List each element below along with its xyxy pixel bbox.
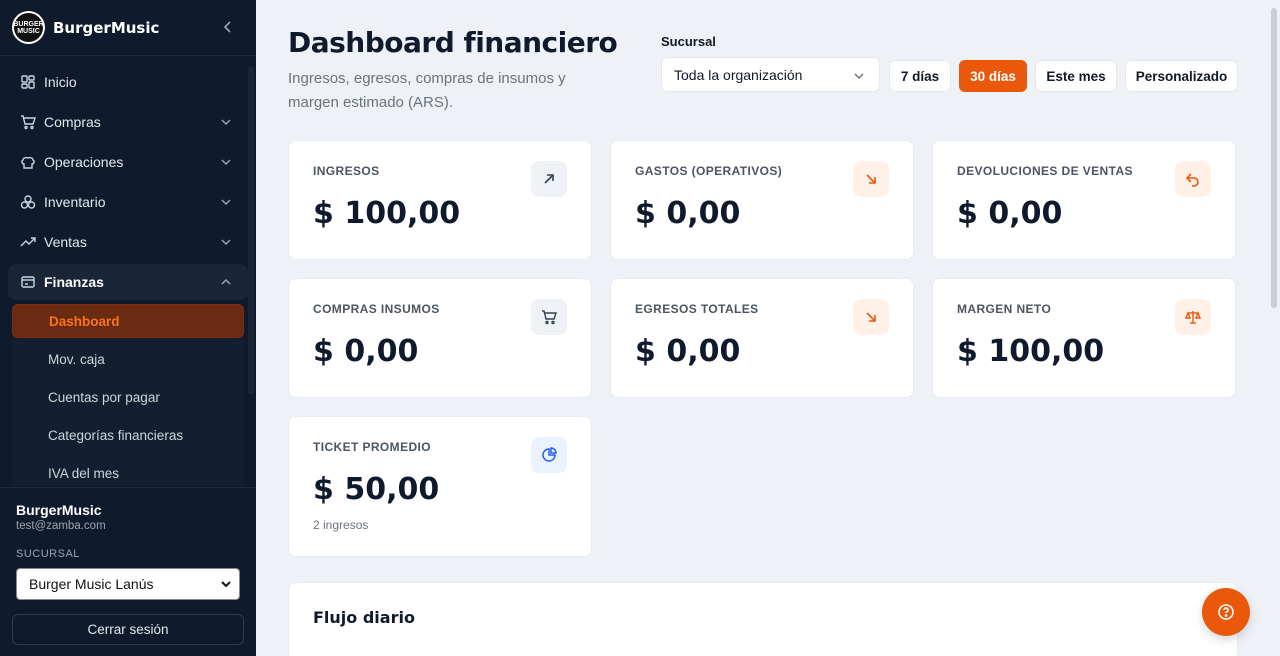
flujo-diario-card: Flujo diario [288,582,1238,656]
kpi-value: $ 0,00 [635,196,741,231]
chevron-down-icon [221,581,231,588]
collapse-sidebar-icon[interactable] [220,18,236,36]
scale-icon [1175,299,1211,335]
submenu-item-iva-del-mes[interactable]: IVA del mes [12,456,244,486]
chevron-down-icon [854,73,864,80]
grid-icon [21,75,35,89]
logout-button[interactable]: Cerrar sesión [12,614,244,645]
undo-icon [1175,161,1211,197]
submenu-item-mov-caja[interactable]: Mov. caja [12,342,244,376]
chef-hat-icon [21,156,35,169]
help-button[interactable] [1202,588,1250,636]
submenu-item-dashboard[interactable]: Dashboard [12,304,244,338]
kpi-note: 2 ingresos [313,518,369,532]
flujo-diario-title: Flujo diario [313,608,415,627]
range-30-dias-button[interactable]: 30 días [959,60,1027,92]
sidebar-item-label: Ventas [44,234,87,250]
sidebar-item-label: Inicio [44,74,77,90]
user-name: BurgerMusic [16,502,102,518]
kpi-label: EGRESOS TOTALES [635,302,759,316]
kpi-value: $ 0,00 [313,334,419,369]
kpi-card-devoluciones: DEVOLUCIONES DE VENTAS $ 0,00 [932,140,1236,260]
kpi-value: $ 0,00 [635,334,741,369]
trend-up-icon [20,237,36,247]
chevron-down-icon [221,239,231,246]
kpi-label: MARGEN NETO [957,302,1052,316]
sucursal-select-value: Burger Music Lanús [29,576,154,592]
sidebar-item-finanzas[interactable]: Finanzas [8,264,248,300]
kpi-label: COMPRAS INSUMOS [313,302,440,316]
wallet-icon [21,276,35,288]
help-icon [1218,604,1234,620]
chevron-down-icon [221,199,231,206]
pie-chart-icon [531,437,567,473]
logo-text: BURGER MUSIC [13,13,44,42]
kpi-label: DEVOLUCIONES DE VENTAS [957,164,1133,178]
kpi-card-compras-insumos: COMPRAS INSUMOS $ 0,00 [288,278,592,398]
brand: BURGER MUSIC BurgerMusic [0,0,256,56]
user-block: BurgerMusic test@zamba.com SUCURSAL Burg… [0,487,256,656]
chevron-down-icon [221,159,231,166]
page-title: Dashboard financiero [288,26,618,59]
sidebar-item-label: Operaciones [44,154,124,170]
sidebar-item-operaciones[interactable]: Operaciones [8,144,248,180]
kpi-card-margen-neto: MARGEN NETO $ 100,00 [932,278,1236,398]
kpi-card-ingresos: INGRESOS $ 100,00 [288,140,592,260]
kpi-card-gastos: GASTOS (OPERATIVOS) $ 0,00 [610,140,914,260]
user-email: test@zamba.com [16,520,106,532]
page-subtitle: Ingresos, egresos, compras de insumos y … [288,70,566,111]
boxes-icon [20,195,36,209]
sidebar-item-inicio[interactable]: Inicio [8,64,248,100]
arrow-up-right-icon [531,161,567,197]
submenu-item-cuentas-por-pagar[interactable]: Cuentas por pagar [12,380,244,414]
kpi-card-ticket-promedio: TICKET PROMEDIO $ 50,00 2 ingresos [288,416,592,557]
range-este-mes-button[interactable]: Este mes [1035,60,1117,92]
kpi-label: GASTOS (OPERATIVOS) [635,164,783,178]
kpi-value: $ 0,00 [957,196,1063,231]
main-content: Dashboard financiero Ingresos, egresos, … [256,0,1280,656]
kpi-card-egresos-totales: EGRESOS TOTALES $ 0,00 [610,278,914,398]
app-logo[interactable]: BURGER MUSIC [12,11,45,44]
kpi-value: $ 50,00 [313,472,440,507]
sidebar-item-ventas[interactable]: Ventas [8,224,248,260]
sidebar: BURGER MUSIC BurgerMusic Inicio Compras … [0,0,256,656]
sucursal-filter-value: Toda la organización [674,66,803,83]
sidebar-scrollbar[interactable] [248,66,254,394]
kpi-label: INGRESOS [313,164,380,178]
arrow-down-right-icon [853,299,889,335]
page-scrollbar[interactable] [1271,8,1277,308]
sucursal-label: SUCURSAL [16,548,80,560]
finanzas-submenu: Dashboard Mov. caja Cuentas por pagar Ca… [12,304,244,486]
cart-icon [21,115,36,130]
chevron-down-icon [221,119,231,126]
submenu-item-categorias-financieras[interactable]: Categorías financieras [12,418,244,452]
sidebar-item-compras[interactable]: Compras [8,104,248,140]
arrow-down-right-icon [853,161,889,197]
sidebar-nav: Inicio Compras Operaciones Inventario Ve… [8,64,248,486]
cart-icon [531,299,567,335]
sucursal-filter-select[interactable]: Toda la organización [661,57,880,92]
chevron-up-icon [221,278,231,285]
kpi-value: $ 100,00 [957,334,1105,369]
sidebar-item-inventario[interactable]: Inventario [8,184,248,220]
range-7-dias-button[interactable]: 7 días [889,60,951,92]
kpi-label: TICKET PROMEDIO [313,440,432,454]
sidebar-item-label: Inventario [44,194,106,210]
kpi-value: $ 100,00 [313,196,461,231]
range-personalizado-button[interactable]: Personalizado [1125,60,1238,92]
sucursal-filter-label: Sucursal [661,34,716,49]
app-name: BurgerMusic [53,18,160,37]
sucursal-select[interactable]: Burger Music Lanús [16,568,240,600]
sidebar-item-label: Compras [44,114,101,130]
sidebar-item-label: Finanzas [44,274,104,290]
